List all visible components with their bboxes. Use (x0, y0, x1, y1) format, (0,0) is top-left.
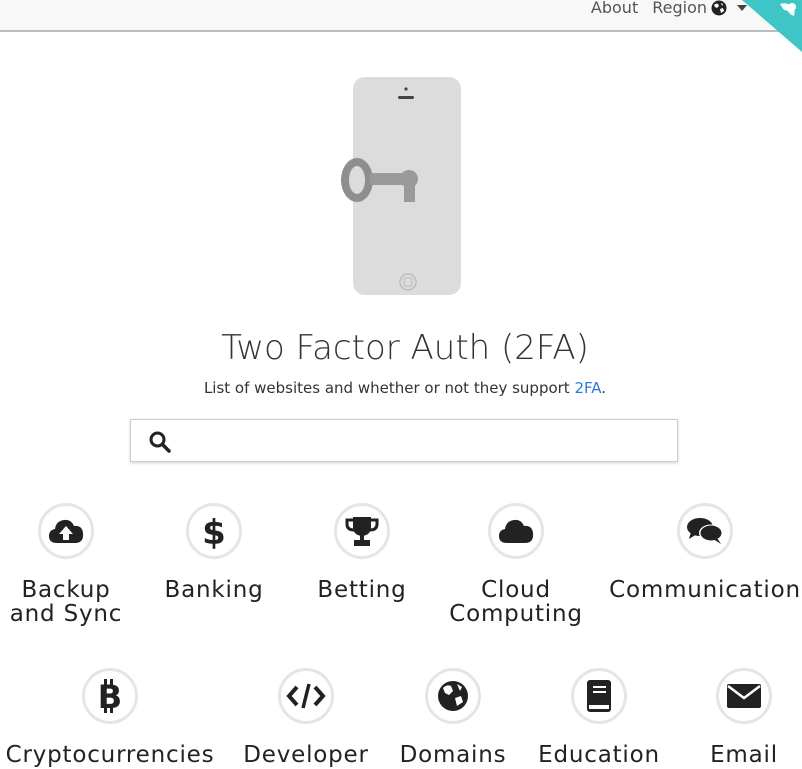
category-icon-circle (278, 668, 334, 724)
category-icon-circle: $ (186, 503, 242, 559)
category-banking[interactable]: $ Banking (154, 503, 274, 602)
category-betting[interactable]: Betting (302, 503, 422, 602)
search-icon (149, 431, 171, 453)
category-icon-circle (38, 503, 94, 559)
category-label: Domains (399, 742, 507, 768)
region-dropdown[interactable]: Region (652, 0, 747, 17)
category-icon-circle (334, 503, 390, 559)
category-label: Cloud Computing (449, 577, 583, 627)
trophy-icon (345, 517, 379, 546)
category-label: Communication (609, 577, 801, 603)
category-icon-circle (677, 503, 733, 559)
category-email[interactable]: Email (684, 668, 802, 767)
code-icon (286, 683, 326, 709)
top-navbar: About Region (0, 0, 802, 32)
category-education[interactable]: Education (529, 668, 669, 767)
category-label: Banking (164, 577, 264, 603)
envelope-icon (727, 684, 761, 708)
category-label: Email (710, 742, 778, 768)
globe-icon (711, 0, 727, 15)
category-icon-circle (716, 668, 772, 724)
phone-key-logo (341, 77, 461, 295)
category-cryptocurrencies[interactable]: B Cryptocurrencies (0, 668, 220, 767)
category-label: Backup and Sync (9, 577, 123, 627)
region-label: Region (652, 0, 707, 17)
category-domains[interactable]: Domains (393, 668, 513, 767)
nav-about-link[interactable]: About (591, 0, 638, 17)
category-label: Betting (317, 577, 407, 603)
comments-icon (687, 518, 723, 544)
nav-links: About Region (591, 0, 747, 17)
category-icon-circle (488, 503, 544, 559)
category-developer[interactable]: Developer (236, 668, 376, 767)
page-subtitle: List of websites and whether or not they… (0, 379, 802, 397)
page-title: Two Factor Auth (2FA) (221, 328, 589, 368)
search-bar (130, 419, 678, 462)
2fa-link[interactable]: 2FA (574, 379, 601, 397)
subtitle-end: . (601, 379, 607, 397)
bitcoin-icon: B (98, 678, 122, 714)
category-icon-circle (571, 668, 627, 724)
book-icon (587, 680, 611, 712)
cloud-upload-icon (49, 519, 84, 543)
github-corner-icon[interactable] (742, 0, 802, 52)
category-icon-circle (425, 668, 481, 724)
subtitle-text: List of websites and whether or not they… (203, 379, 575, 397)
category-communication[interactable]: Communication (605, 503, 802, 602)
category-backup-and-sync[interactable]: Backup and Sync (6, 503, 126, 626)
cloud-icon (499, 519, 534, 543)
svg-text:$: $ (202, 513, 226, 549)
category-label: Education (538, 742, 660, 768)
category-label: Developer (243, 742, 369, 768)
category-label: Cryptocurrencies (5, 742, 215, 768)
dollar-icon: $ (202, 513, 226, 549)
category-icon-circle: B (82, 668, 138, 724)
category-cloud-computing[interactable]: Cloud Computing (446, 503, 586, 626)
globe-icon (438, 681, 468, 711)
search-input[interactable] (181, 426, 665, 458)
